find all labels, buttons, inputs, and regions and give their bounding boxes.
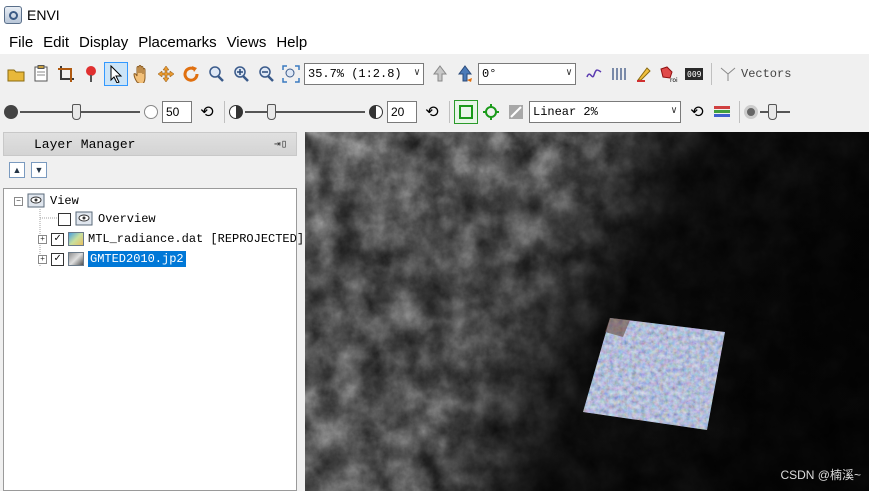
spectral-profile-icon[interactable] <box>582 62 606 86</box>
chevron-down-icon: ∨ <box>413 68 420 79</box>
menu-bar: File Edit Display Placemarks Views Help <box>0 30 869 54</box>
view-eye-icon <box>27 193 45 208</box>
raster-layer-icon <box>68 232 84 246</box>
expand-all-icon[interactable]: ▼ <box>31 162 47 178</box>
main-toolbar: 35.7% (1:2.8) ∨ 0° ∨ roi 009 Vectors <box>0 58 869 90</box>
full-extent-icon[interactable] <box>454 100 478 124</box>
brightness-dark-icon <box>4 105 18 119</box>
tree-item-view[interactable]: − View <box>14 191 79 211</box>
vectors-label[interactable]: Vectors <box>741 67 791 81</box>
view-label: View <box>50 194 79 208</box>
layer-manager-panel: Layer Manager ⇥▯ ▲ ▼ − View Overview + ✓… <box>3 132 304 491</box>
contrast-high-icon <box>369 105 383 119</box>
menu-edit[interactable]: Edit <box>38 34 74 51</box>
zoom-value: 35.7% (1:2.8) <box>308 67 402 81</box>
layer-manager-header: Layer Manager ⇥▯ <box>3 132 297 156</box>
raster-layer-icon <box>68 252 84 266</box>
band-animation-icon[interactable] <box>607 62 631 86</box>
pixel-value-icon[interactable]: 009 <box>682 62 706 86</box>
sharpen-slider[interactable] <box>760 101 790 123</box>
data-manager-icon[interactable] <box>29 62 53 86</box>
svg-text:roi: roi <box>670 77 678 83</box>
overview-label: Overview <box>98 212 156 226</box>
contrast-track <box>245 111 365 113</box>
menu-views[interactable]: Views <box>222 34 272 51</box>
rotation-combo[interactable]: 0° ∨ <box>478 63 576 85</box>
refresh-stretch-icon[interactable]: ⟲ <box>685 100 709 124</box>
layer-manager-title: Layer Manager <box>34 136 136 152</box>
menu-file[interactable]: File <box>4 34 38 51</box>
select-cursor-icon[interactable] <box>104 62 128 86</box>
tree-item-mtl-radiance[interactable]: + ✓ MTL_radiance.dat [REPROJECTED] <box>38 229 304 249</box>
crop-icon[interactable] <box>54 62 78 86</box>
title-bar: ENVI <box>0 0 869 30</box>
fixed-zoom-icon[interactable] <box>204 62 228 86</box>
annotation-icon[interactable] <box>632 62 656 86</box>
contrast-input[interactable]: 20 <box>387 101 417 123</box>
gmted2010-checkbox[interactable]: ✓ <box>51 252 64 266</box>
zoom-combo[interactable]: 35.7% (1:2.8) ∨ <box>304 63 424 85</box>
color-table-icon[interactable] <box>710 100 734 124</box>
menu-help[interactable]: Help <box>271 34 312 51</box>
chevron-down-icon: ∨ <box>565 68 572 79</box>
chevron-down-icon: ∨ <box>670 106 677 117</box>
rotation-value: 0° <box>482 67 497 81</box>
overview-checkbox[interactable] <box>58 212 71 226</box>
sharpen-icon <box>744 105 758 119</box>
toolbar-separator <box>739 101 740 123</box>
brightness-light-icon <box>144 105 158 119</box>
gmted2010-label: GMTED2010.jp2 <box>88 251 186 267</box>
brightness-thumb[interactable] <box>72 104 81 120</box>
window-title: ENVI <box>27 7 60 23</box>
collapse-all-icon[interactable]: ▲ <box>9 162 25 178</box>
rotate-icon[interactable] <box>179 62 203 86</box>
contrast-thumb[interactable] <box>267 104 276 120</box>
contrast-low-icon <box>229 105 243 119</box>
brightness-input[interactable]: 50 <box>162 101 192 123</box>
reset-contrast-icon[interactable]: ⟲ <box>420 100 444 124</box>
svg-text:009: 009 <box>687 70 702 79</box>
reset-brightness-icon[interactable]: ⟲ <box>195 100 219 124</box>
expand-icon[interactable]: + <box>38 234 47 244</box>
mtl-radiance-label: MTL_radiance.dat [REPROJECTED] <box>88 232 305 246</box>
toolbar-separator <box>224 101 225 123</box>
mtl-radiance-checkbox[interactable]: ✓ <box>51 232 64 246</box>
sharpen-thumb[interactable] <box>768 104 777 120</box>
image-view[interactable]: CSDN @楠溪~ <box>305 132 869 491</box>
watermark-text: CSDN @楠溪~ <box>780 468 861 482</box>
terrain-image <box>305 132 869 491</box>
stretch-combo[interactable]: Linear 2% ∨ <box>529 101 681 123</box>
open-folder-icon[interactable] <box>4 62 28 86</box>
menu-display[interactable]: Display <box>74 34 133 51</box>
fly-arrows-icon[interactable] <box>154 62 178 86</box>
rotate-to-icon[interactable] <box>453 62 477 86</box>
overview-eye-icon <box>75 211 93 226</box>
zoom-out-icon[interactable] <box>254 62 278 86</box>
placemark-pin-icon[interactable] <box>79 62 103 86</box>
view-extent-icon[interactable] <box>479 100 503 124</box>
brightness-slider[interactable] <box>20 101 140 123</box>
stretch-value: Linear 2% <box>533 105 598 119</box>
north-up-icon[interactable] <box>428 62 452 86</box>
toolbar-separator <box>449 101 450 123</box>
expand-icon[interactable]: + <box>38 254 47 264</box>
display-toolbar: 50 ⟲ 20 ⟲ Linear 2% ∨ ⟲ <box>0 96 869 128</box>
pan-hand-icon[interactable] <box>129 62 153 86</box>
contrast-slider[interactable] <box>245 101 365 123</box>
roi-icon[interactable]: roi <box>657 62 681 86</box>
envi-app-icon <box>4 6 22 24</box>
collapse-icon[interactable]: − <box>14 196 23 206</box>
tree-item-gmted2010[interactable]: + ✓ GMTED2010.jp2 <box>38 249 186 269</box>
toolbar-separator <box>711 63 712 85</box>
dock-panel-icon[interactable]: ⇥▯ <box>274 137 290 151</box>
stretch-type-icon[interactable] <box>504 100 528 124</box>
vector-icon[interactable] <box>716 62 740 86</box>
tree-item-overview[interactable]: Overview <box>58 209 156 229</box>
layer-tools: ▲ ▼ <box>3 156 297 184</box>
menu-placemarks[interactable]: Placemarks <box>133 34 221 51</box>
zoom-full-icon[interactable] <box>279 62 303 86</box>
layer-tree: − View Overview + ✓ MTL_radiance.dat [RE… <box>3 188 304 491</box>
zoom-in-icon[interactable] <box>229 62 253 86</box>
